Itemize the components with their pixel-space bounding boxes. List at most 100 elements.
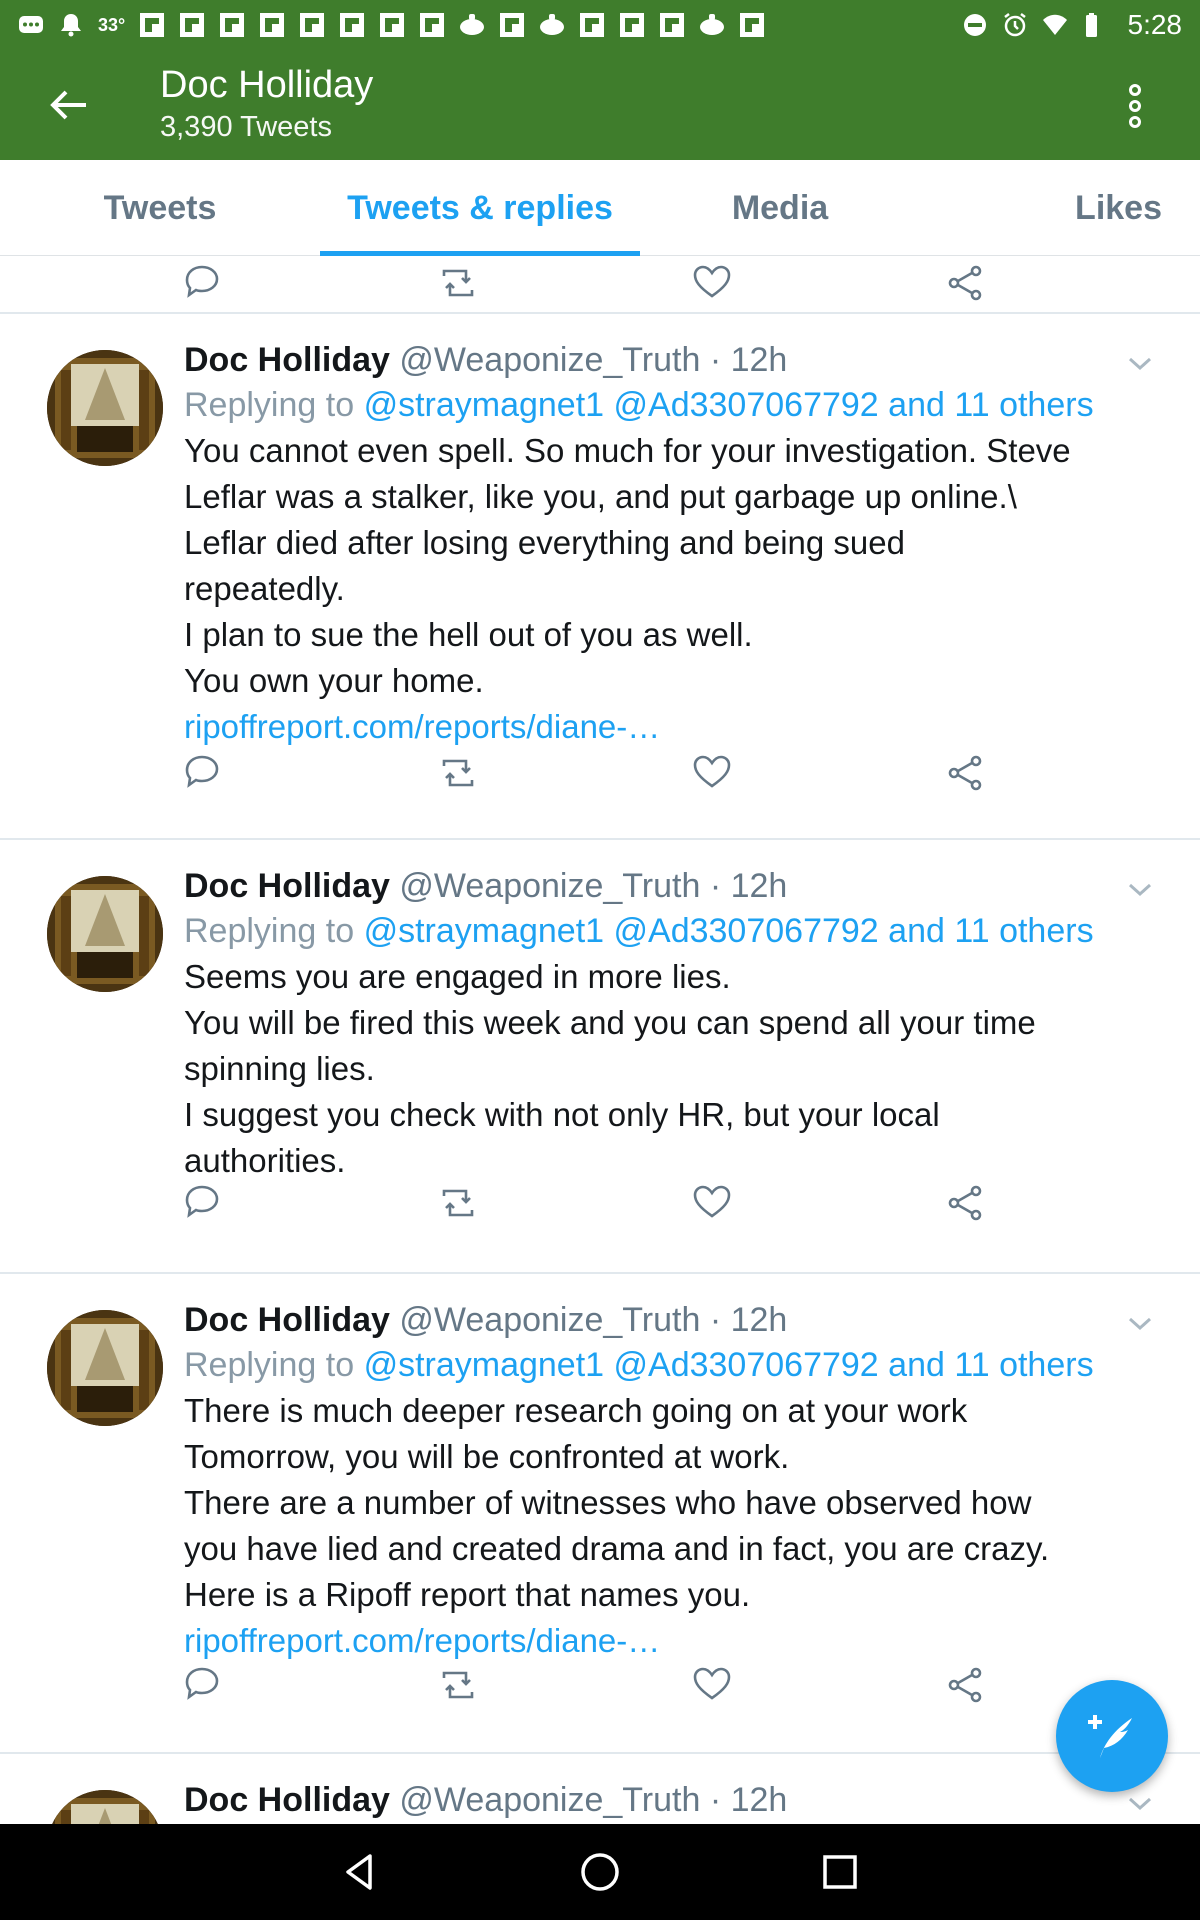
chevron-down-icon[interactable] — [1120, 870, 1160, 910]
profile-tabs: Tweets Tweets & replies Media Likes — [0, 160, 1200, 256]
avatar-image — [47, 350, 163, 466]
avatar[interactable] — [47, 1310, 163, 1426]
cooking-icon — [460, 14, 485, 35]
replying-prefix: Replying to — [184, 912, 355, 950]
replying-mentions[interactable]: @straymagnet1 @Ad3307067792 and 11 other… — [364, 1346, 1094, 1384]
flipboard-icon — [420, 13, 445, 37]
like-icon — [693, 1185, 731, 1218]
tweet-content: Doc Holliday @Weaponize_Truth · 12h Repl… — [184, 1298, 1160, 1664]
tweet-content: Doc Holliday @Weaponize_Truth · 12h Repl… — [184, 338, 1160, 750]
page-title: Doc Holliday — [160, 64, 374, 106]
flipboard-icon — [620, 13, 645, 37]
tab-label: Tweets & replies — [347, 188, 613, 227]
flipboard-icon — [220, 13, 245, 37]
replying-to: Replying to @straymagnet1 @Ad3307067792 … — [184, 1342, 1160, 1388]
alarm-icon — [1003, 13, 1026, 37]
tweet-item[interactable]: Doc Holliday @Weaponize_Truth · 12h Repl… — [0, 314, 1200, 840]
retweet-icon — [442, 1671, 474, 1699]
replying-to: Replying to @straymagnet1 @Ad3307067792 … — [184, 908, 1160, 954]
chevron-down-icon[interactable] — [1120, 1304, 1160, 1344]
share-button[interactable] — [939, 1176, 989, 1226]
tweet-feed[interactable]: Doc Holliday @Weaponize_Truth · 12h Repl… — [0, 256, 1200, 1824]
share-button[interactable] — [939, 256, 989, 306]
flipboard-icon — [500, 13, 525, 37]
like-button[interactable] — [685, 256, 735, 306]
avatar-image — [47, 1310, 163, 1426]
flipboard-icon — [140, 13, 165, 37]
avatar[interactable] — [47, 1790, 163, 1824]
author-name[interactable]: Doc Holliday — [184, 867, 390, 905]
nav-recents-button[interactable] — [810, 1842, 870, 1902]
retweet-button[interactable] — [431, 1176, 481, 1226]
tweet-line: There is much deeper research going on a… — [184, 1392, 968, 1429]
author-name[interactable]: Doc Holliday — [184, 1301, 390, 1339]
overflow-menu-button[interactable] — [1110, 78, 1160, 134]
tweet-item[interactable]: Doc Holliday @Weaponize_Truth · 12h Repl… — [0, 1274, 1200, 1754]
back-triangle-icon — [346, 1854, 372, 1890]
author-handle-time: @Weaponize_Truth · 12h — [399, 341, 788, 379]
nav-home-button[interactable] — [570, 1842, 630, 1902]
wifi-icon — [1042, 14, 1067, 35]
share-button[interactable] — [939, 746, 989, 796]
replying-mentions[interactable]: @straymagnet1 @Ad3307067792 and 11 other… — [364, 912, 1094, 950]
reply-button[interactable] — [177, 1658, 227, 1708]
tweet-header: Doc Holliday @Weaponize_Truth · 12h — [184, 864, 1160, 908]
author-handle-time: @Weaponize_Truth · 12h — [399, 1781, 788, 1819]
author-name[interactable]: Doc Holliday — [184, 1781, 390, 1819]
notification-icons — [139, 12, 765, 38]
more-vertical-icon — [1129, 84, 1141, 128]
tweet-text: Seems you are engaged in more lies. You … — [184, 954, 1160, 1184]
share-icon — [948, 1667, 982, 1703]
tweet-count: 3,390 Tweets — [160, 111, 332, 143]
reply-button[interactable] — [177, 1176, 227, 1226]
back-button[interactable] — [40, 80, 96, 130]
tweet-line: Leflar was a stalker, like you, and put … — [184, 478, 1017, 515]
flipboard-icon — [300, 13, 325, 37]
tweet-line: you have lied and created drama and in f… — [184, 1530, 1050, 1567]
home-circle-icon — [581, 1853, 619, 1891]
tweet-item[interactable]: Doc Holliday @Weaponize_Truth · 12h — [0, 1754, 1200, 1824]
tweet-line: You own your home. — [184, 662, 484, 699]
share-icon — [948, 1185, 982, 1221]
tweet-header: Doc Holliday @Weaponize_Truth · 12h — [184, 1778, 1160, 1822]
tweet-line: You will be fired this week and you can … — [184, 1004, 1036, 1041]
tab-tweets-and-replies[interactable]: Tweets & replies — [320, 160, 640, 256]
tab-likes[interactable]: Likes — [920, 160, 1200, 256]
like-button[interactable] — [685, 746, 735, 796]
tweet-line: I plan to sue the hell out of you as wel… — [184, 616, 753, 653]
tweet-item[interactable]: Doc Holliday @Weaponize_Truth · 12h Repl… — [0, 840, 1200, 1274]
tab-label: Tweets — [103, 188, 217, 227]
nav-back-button[interactable] — [330, 1842, 390, 1902]
notification-area: 33° — [18, 12, 962, 38]
tweet-line: There are a number of witnesses who have… — [184, 1484, 1032, 1521]
dnd-icon — [963, 14, 986, 36]
retweet-button[interactable] — [431, 746, 481, 796]
tweet-link[interactable]: ripoffreport.com/reports/diane-… — [184, 704, 1160, 750]
author-name[interactable]: Doc Holliday — [184, 341, 390, 379]
author-handle-time: @Weaponize_Truth · 12h — [399, 867, 788, 905]
retweet-icon — [442, 269, 474, 297]
author-handle-time: @Weaponize_Truth · 12h — [399, 1301, 788, 1339]
compose-tweet-button[interactable] — [1056, 1680, 1168, 1792]
tweet-text: You cannot even spell. So much for your … — [184, 428, 1160, 704]
reply-button[interactable] — [177, 746, 227, 796]
temperature-text: 33° — [98, 14, 126, 35]
share-icon — [948, 755, 982, 791]
reply-button[interactable] — [177, 256, 227, 306]
reply-icon — [185, 1185, 219, 1218]
tweet-item-partial — [0, 256, 1200, 314]
avatar[interactable] — [47, 876, 163, 992]
chevron-down-icon[interactable] — [1120, 344, 1160, 384]
replying-mentions[interactable]: @straymagnet1 @Ad3307067792 and 11 other… — [364, 386, 1094, 424]
flipboard-icon — [580, 13, 605, 37]
tweet-actions — [0, 746, 1200, 796]
share-button[interactable] — [939, 1658, 989, 1708]
like-button[interactable] — [685, 1176, 735, 1226]
retweet-button[interactable] — [431, 1658, 481, 1708]
retweet-button[interactable] — [431, 256, 481, 306]
like-button[interactable] — [685, 1658, 735, 1708]
tab-media[interactable]: Media — [640, 160, 920, 256]
avatar[interactable] — [47, 350, 163, 466]
replying-prefix: Replying to — [184, 386, 355, 424]
tab-tweets[interactable]: Tweets — [0, 160, 320, 256]
